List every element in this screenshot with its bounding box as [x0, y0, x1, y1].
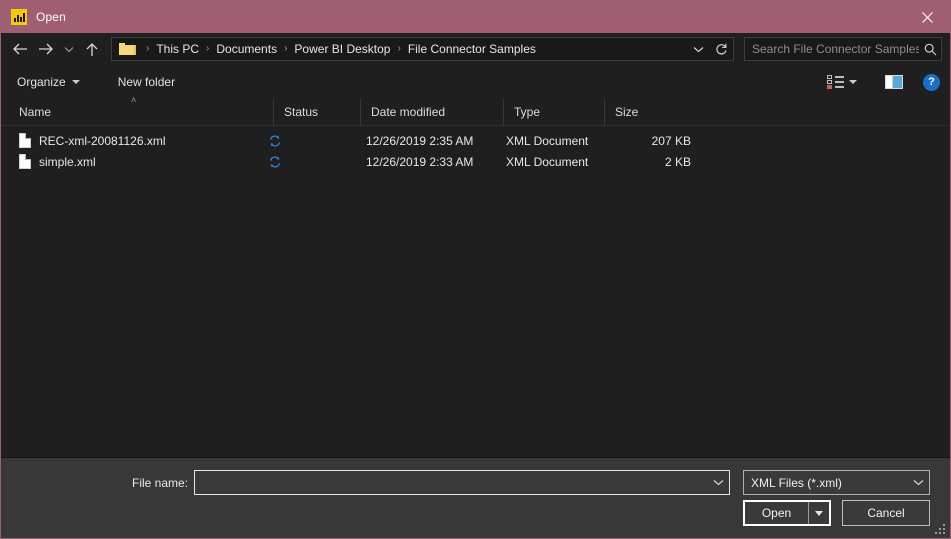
file-size-cell: 2 KB	[664, 154, 691, 169]
column-header-date-modified-label: Date modified	[371, 105, 446, 119]
organize-label: Organize	[17, 75, 66, 89]
up-icon[interactable]	[79, 36, 105, 62]
change-view-button[interactable]	[821, 71, 863, 93]
breadcrumb-bar[interactable]: › This PC › Documents › Power BI Desktop…	[111, 37, 734, 61]
navigation-bar: › This PC › Documents › Power BI Desktop…	[1, 33, 950, 65]
view-chevron-down-icon[interactable]	[849, 80, 857, 84]
table-row[interactable]: REC-xml-20081126.xml 12/26/2019 2:35 AM …	[1, 130, 950, 151]
open-button[interactable]: Open	[743, 500, 831, 526]
file-name-label: REC-xml-20081126.xml	[39, 133, 166, 148]
breadcrumb-chevron-down-icon[interactable]	[687, 38, 709, 60]
file-status-cell	[263, 156, 360, 168]
file-type-chevron-down-icon[interactable]	[907, 479, 929, 486]
breadcrumb-item-file-connector-samples[interactable]: File Connector Samples	[407, 42, 537, 56]
column-header-size[interactable]: Size	[604, 99, 701, 125]
breadcrumb: › This PC › Documents › Power BI Desktop…	[140, 42, 687, 56]
column-header-size-label: Size	[615, 105, 639, 119]
column-header-type[interactable]: Type	[503, 99, 604, 125]
file-status-cell	[263, 135, 360, 147]
file-name-cell[interactable]: REC-xml-20081126.xml	[1, 133, 263, 148]
onedrive-sync-icon	[269, 156, 281, 168]
dialog-title: Open	[36, 10, 66, 24]
breadcrumb-separator: ›	[397, 43, 401, 54]
column-header-type-label: Type	[514, 105, 541, 119]
back-icon[interactable]	[7, 36, 33, 62]
column-header-row: Name ˄ Status Date modified Type Size	[1, 95, 950, 126]
search-input[interactable]: Search File Connector Samples	[745, 42, 919, 56]
file-size-cell: 207 KB	[651, 133, 691, 148]
chevron-down-icon	[71, 80, 80, 84]
chevron-down-icon	[815, 510, 823, 516]
title-bar: Open	[1, 1, 950, 33]
cancel-button[interactable]: Cancel	[842, 500, 930, 526]
forward-icon[interactable]	[33, 36, 59, 62]
column-header-name[interactable]: Name ˄	[1, 95, 273, 125]
column-header-status[interactable]: Status	[273, 99, 360, 125]
file-name-label-static: File name:	[132, 476, 189, 490]
recent-locations-chevron-down-icon[interactable]	[59, 36, 79, 62]
file-name-input[interactable]	[194, 470, 730, 495]
help-button[interactable]: ?	[923, 73, 940, 91]
breadcrumb-item-documents[interactable]: Documents	[215, 42, 278, 56]
onedrive-sync-icon	[269, 135, 281, 147]
table-row[interactable]: simple.xml 12/26/2019 2:33 AM XML Docume…	[1, 151, 950, 172]
organize-button[interactable]: Organize	[15, 71, 88, 93]
power-bi-chart-icon	[11, 9, 27, 25]
new-folder-button[interactable]: New folder	[110, 71, 183, 93]
folder-icon	[119, 43, 136, 55]
file-type-select-value: XML Files (*.xml)	[751, 475, 842, 490]
file-list[interactable]: REC-xml-20081126.xml 12/26/2019 2:35 AM …	[1, 126, 950, 457]
open-button-label: Open	[761, 506, 792, 520]
breadcrumb-item-power-bi-desktop[interactable]: Power BI Desktop	[293, 42, 391, 56]
breadcrumb-separator: ›	[206, 43, 210, 54]
file-date-modified-cell: 12/26/2019 2:33 AM	[366, 154, 474, 169]
preview-pane-icon	[885, 75, 903, 89]
breadcrumb-separator: ›	[146, 43, 150, 54]
column-header-date-modified[interactable]: Date modified	[360, 99, 503, 125]
file-type-select[interactable]: XML Files (*.xml)	[743, 470, 930, 495]
file-name-label: simple.xml	[39, 154, 96, 169]
file-type-cell: XML Document	[506, 133, 589, 148]
column-header-status-label: Status	[284, 105, 319, 119]
preview-pane-button[interactable]	[879, 71, 909, 93]
view-list-icon	[827, 75, 844, 89]
refresh-icon[interactable]	[709, 38, 733, 60]
sort-ascending-icon: ˄	[131, 95, 137, 105]
column-header-name-label: Name	[19, 105, 52, 119]
new-folder-label: New folder	[117, 75, 176, 89]
xml-document-icon	[19, 154, 31, 169]
file-name-cell[interactable]: simple.xml	[1, 154, 263, 169]
open-file-dialog: Open › This PC › Documents › Power BI De…	[0, 0, 951, 539]
file-type-cell: XML Document	[506, 154, 589, 169]
breadcrumb-separator: ›	[284, 43, 288, 54]
close-icon[interactable]	[904, 1, 950, 33]
file-date-modified-cell: 12/26/2019 2:35 AM	[366, 133, 474, 148]
open-dropdown-button[interactable]	[808, 502, 829, 524]
search-icon[interactable]	[919, 43, 941, 56]
file-name-chevron-down-icon[interactable]	[707, 479, 729, 486]
dialog-footer: File name: XML Files (*.xml) Open Cancel	[1, 457, 950, 538]
resize-grip[interactable]	[935, 524, 946, 535]
breadcrumb-item-this-pc[interactable]: This PC	[155, 42, 200, 56]
command-toolbar: Organize New folder ?	[1, 65, 950, 99]
xml-document-icon	[19, 133, 31, 148]
search-box[interactable]: Search File Connector Samples	[744, 37, 942, 61]
